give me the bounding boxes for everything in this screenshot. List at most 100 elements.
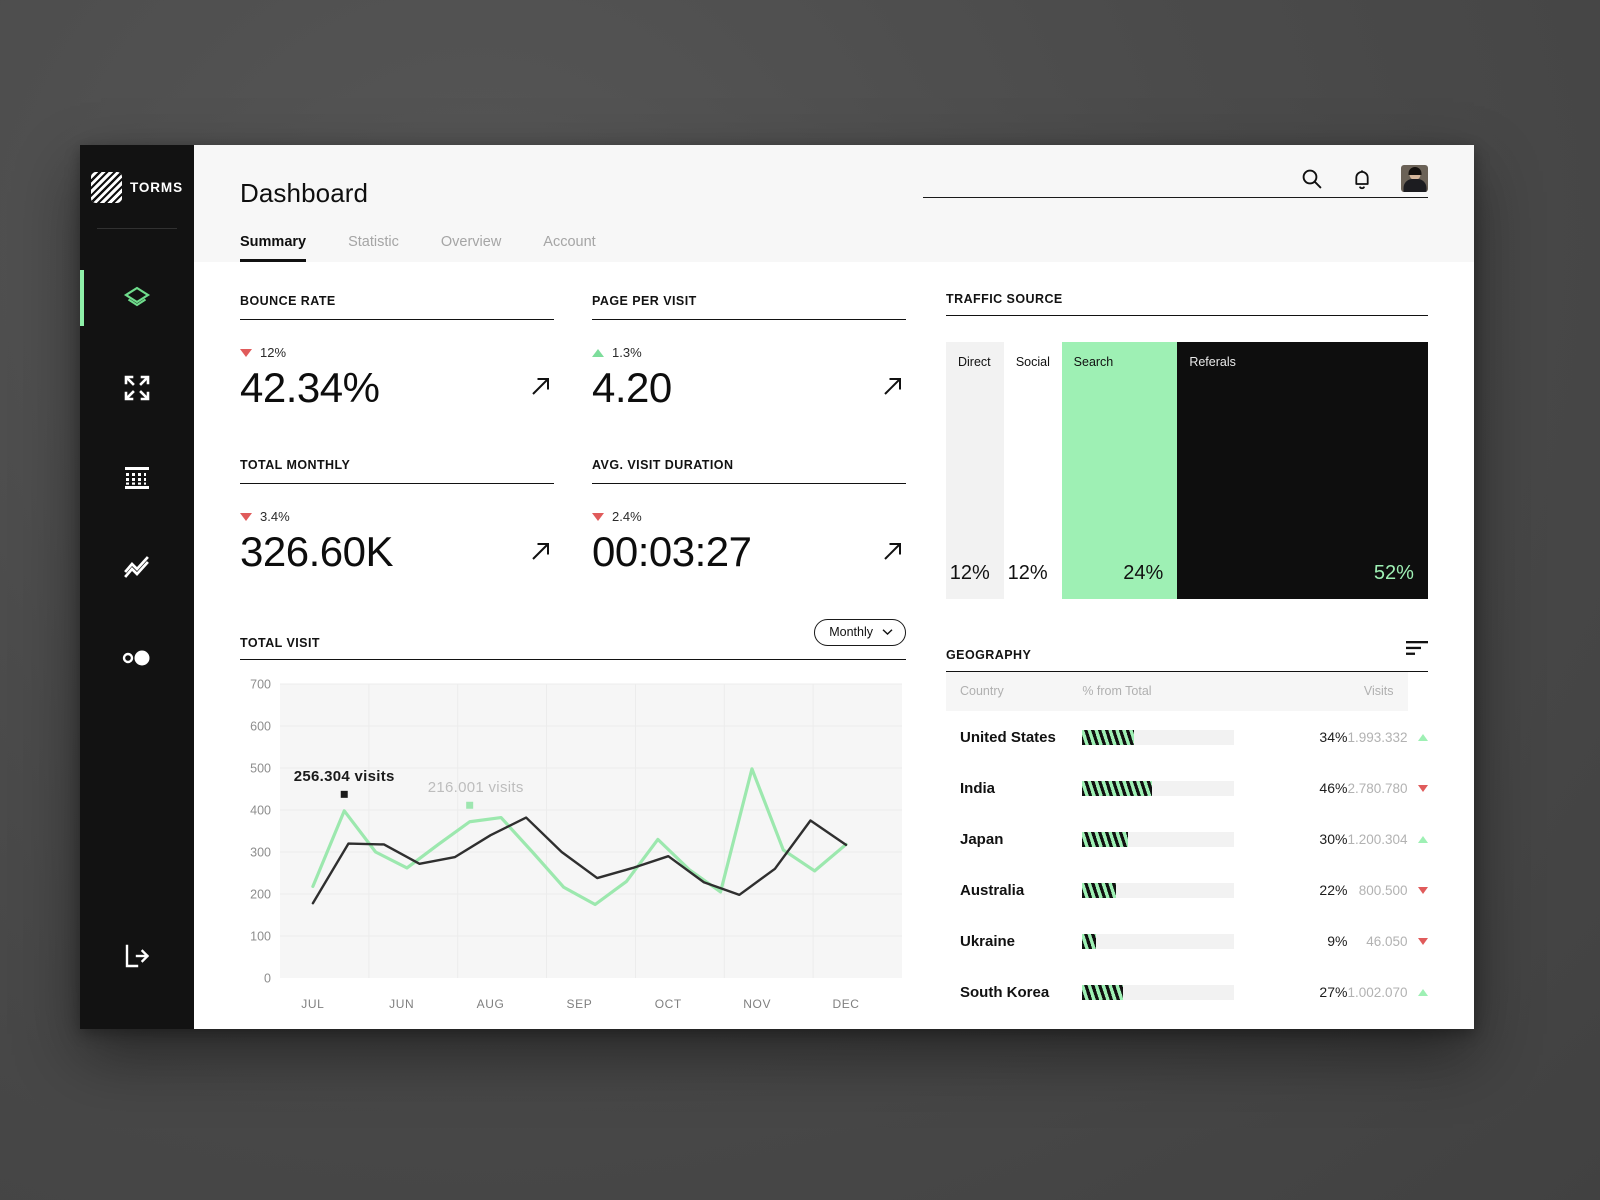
bell-icon[interactable] [1350, 166, 1374, 192]
cell-pct-bar [1082, 915, 1297, 966]
stat-delta: 3.4% [240, 509, 554, 524]
traffic-bar-value: 12% [1008, 562, 1048, 585]
col-visits: Visits [1347, 672, 1407, 711]
sidebar-item-logout[interactable] [80, 935, 194, 977]
table-header-row: Country % from Total Visits [946, 672, 1428, 711]
stat-row-1: BOUNCE RATE 12% 42.34% [240, 292, 906, 412]
table-row[interactable]: South Korea27%1.002.070 [946, 966, 1428, 1017]
cell-country: United States [946, 711, 1082, 762]
col-pct-from-total: % from Total [1082, 672, 1297, 711]
open-details-arrow-icon[interactable] [880, 538, 906, 577]
expand-icon [123, 374, 151, 402]
x-tick-label: SEP [567, 997, 593, 1011]
table-row[interactable]: United States 34%1.993.332 [946, 711, 1428, 762]
stat-row-2: TOTAL MONTHLY 3.4% 326.60K [240, 456, 906, 576]
x-tick-label: JUN [389, 997, 414, 1011]
annotation-marker-dark [341, 790, 348, 797]
sidebar-item-table[interactable] [80, 457, 194, 499]
total-visit-header: TOTAL VISIT Monthly [240, 619, 906, 660]
logout-icon [124, 943, 150, 969]
stat-value: 4.20 [592, 364, 672, 412]
pct-bar-fill [1082, 985, 1123, 1000]
sidebar-nav [80, 277, 194, 679]
avatar-hair [1408, 167, 1421, 175]
cell-country: Japan [946, 813, 1082, 864]
stat-delta-value: 3.4% [260, 509, 290, 524]
y-tick-label: 600 [250, 719, 271, 733]
topbar: Dashboard Summary Statistic Overview Acc… [194, 145, 1474, 262]
traffic-bar-label: Referals [1189, 355, 1236, 369]
chevron-down-icon [882, 628, 893, 636]
sort-filter-icon[interactable] [1406, 641, 1428, 662]
pct-bar-track [1082, 781, 1234, 796]
y-tick-label: 100 [250, 929, 271, 943]
tab-overview[interactable]: Overview [441, 234, 501, 262]
open-details-arrow-icon[interactable] [880, 373, 906, 412]
tab-account[interactable]: Account [543, 234, 595, 262]
cell-pct-value: 41% [1297, 1017, 1347, 1029]
tab-summary[interactable]: Summary [240, 234, 306, 262]
open-details-arrow-icon[interactable] [528, 538, 554, 577]
cell-visits: 1.993.332 [1347, 711, 1407, 762]
cell-visits: 2.780.780 [1347, 762, 1407, 813]
cell-pct-bar [1082, 1017, 1297, 1029]
traffic-bar-referals[interactable]: Referals52% [1177, 342, 1428, 599]
traffic-source-title: TRAFFIC SOURCE [946, 292, 1063, 306]
stat-delta: 12% [240, 345, 554, 360]
y-tick-label: 700 [250, 677, 271, 691]
stat-card-bounce-rate: BOUNCE RATE 12% 42.34% [240, 292, 554, 412]
search-icon[interactable] [1299, 166, 1323, 192]
cell-visits: 800.500 [1347, 864, 1407, 915]
x-tick-label: JUL [301, 997, 324, 1011]
y-tick-label: 400 [250, 803, 271, 817]
col-country: Country [946, 672, 1082, 711]
traffic-bar-value: 12% [950, 562, 990, 585]
table-row[interactable]: Ukraine9%46.050 [946, 915, 1428, 966]
stat-delta-value: 1.3% [612, 345, 642, 360]
traffic-bar-direct[interactable]: Direct12% [946, 342, 1004, 599]
total-visit-line-chart: 0100200300400500600700JULJUNAUGSEPOCTNOV… [240, 676, 906, 1026]
cell-pct-value: 30% [1297, 813, 1347, 864]
layers-icon [122, 283, 152, 313]
col-spacer [1297, 672, 1347, 711]
hatched-square-logo-icon [91, 172, 122, 203]
x-tick-label: OCT [655, 997, 682, 1011]
total-visit-chart: 0100200300400500600700JULJUNAUGSEPOCTNOV… [240, 676, 906, 1026]
trend-down-icon [592, 513, 604, 521]
sidebar-item-expand[interactable] [80, 367, 194, 409]
table-row[interactable]: Australia22%800.500 [946, 864, 1428, 915]
traffic-bar-search[interactable]: Search24% [1062, 342, 1178, 599]
pct-bar-fill [1082, 781, 1152, 796]
cell-pct-value: 34% [1297, 711, 1347, 762]
sidebar-item-layers[interactable] [80, 277, 194, 319]
stat-card-page-per-visit: PAGE PER VISIT 1.3% 4.20 [592, 292, 906, 412]
trend-down-icon [1408, 1017, 1429, 1029]
tab-statistic[interactable]: Statistic [348, 234, 399, 262]
table-row[interactable]: Japan 30%1.200.304 [946, 813, 1428, 864]
y-tick-label: 200 [250, 887, 271, 901]
range-select-monthly[interactable]: Monthly [814, 619, 906, 646]
stat-delta-value: 12% [260, 345, 286, 360]
y-tick-label: 500 [250, 761, 271, 775]
user-avatar[interactable] [1401, 165, 1428, 192]
geography-header: GEOGRAPHY [946, 641, 1428, 672]
cell-pct-bar [1082, 762, 1297, 813]
cell-country: Australia [946, 864, 1082, 915]
pct-bar-track [1082, 832, 1234, 847]
chart-annotation-muted: 216.001 visits [428, 778, 524, 795]
table-row[interactable]: India46%2.780.780 [946, 762, 1428, 813]
cell-pct-bar [1082, 864, 1297, 915]
cell-visits: 1.200.304 [1347, 813, 1407, 864]
brand: TORMS [91, 172, 183, 203]
cell-visits: 46.050 [1347, 915, 1407, 966]
open-details-arrow-icon[interactable] [528, 373, 554, 412]
traffic-bar-social[interactable]: Social12% [1004, 342, 1062, 599]
sidebar-item-analytics[interactable] [80, 547, 194, 589]
traffic-source-chart: Direct12%Social12%Search24%Referals52% [946, 342, 1428, 599]
cell-visits: 2.230.033 [1347, 1017, 1407, 1029]
table-row[interactable]: Spain41%2.230.033 [946, 1017, 1428, 1029]
avatar-body [1403, 179, 1426, 192]
stat-value: 00:03:27 [592, 528, 752, 576]
trend-chart-icon [123, 554, 151, 582]
sidebar-item-toggle[interactable] [80, 637, 194, 679]
